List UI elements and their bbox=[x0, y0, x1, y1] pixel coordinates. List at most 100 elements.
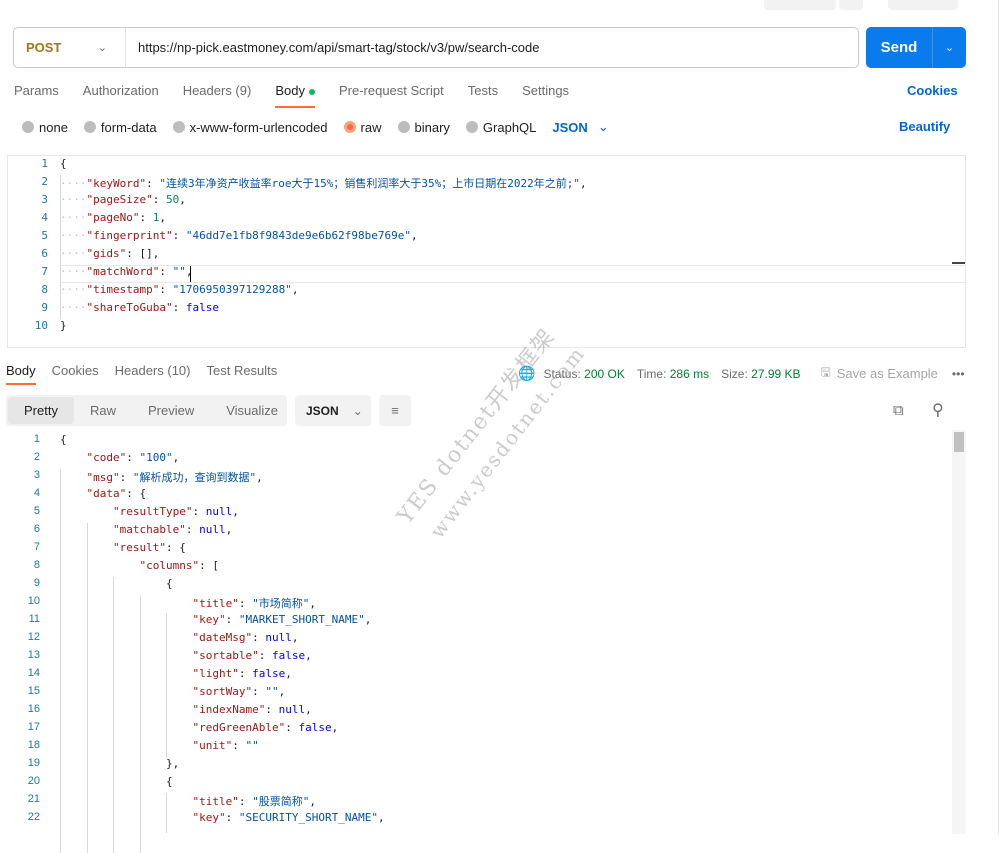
tab-label: Tests bbox=[467, 83, 499, 98]
radio-raw[interactable]: raw bbox=[343, 120, 382, 135]
line-number: 11 bbox=[28, 613, 40, 625]
token: , bbox=[364, 613, 372, 626]
token: "timestamp" bbox=[86, 283, 160, 296]
token: , bbox=[377, 811, 385, 824]
radio-icon bbox=[83, 121, 96, 133]
line-number: 18 bbox=[27, 739, 40, 751]
tab-params[interactable]: Params bbox=[14, 83, 59, 107]
radio-none[interactable]: none bbox=[22, 120, 68, 135]
response-tab-body[interactable]: Body bbox=[6, 363, 36, 385]
tab-body[interactable]: Body bbox=[275, 83, 315, 108]
method-label: POST bbox=[26, 40, 62, 55]
token: , bbox=[309, 795, 316, 808]
token: : bbox=[119, 471, 133, 484]
token: "keyWord" bbox=[86, 177, 147, 190]
token: "code" bbox=[86, 451, 127, 464]
code-line: "unit": "" bbox=[193, 739, 259, 752]
token: { bbox=[166, 577, 173, 590]
response-format-select[interactable]: JSON ⌄ bbox=[295, 395, 371, 426]
token: : { bbox=[165, 541, 186, 554]
indent-whitespace: ···· bbox=[60, 283, 87, 296]
token: : bbox=[172, 229, 186, 242]
indent-whitespace: ···· bbox=[60, 247, 87, 260]
line-number: 2 bbox=[41, 175, 48, 188]
token: "shareToGuba" bbox=[86, 301, 173, 314]
beautify-button[interactable]: Beautify bbox=[899, 119, 950, 134]
token: : bbox=[126, 247, 140, 260]
line-number: 9 bbox=[41, 301, 48, 314]
send-options-chevron-icon[interactable]: ⌄ bbox=[932, 27, 966, 68]
chevron-down-icon: ⌄ bbox=[352, 403, 363, 418]
token: , bbox=[291, 283, 299, 296]
line-number: 5 bbox=[33, 505, 40, 517]
scrollbar-thumb[interactable] bbox=[954, 432, 964, 452]
tab-pre-request-script[interactable]: Pre-request Script bbox=[339, 83, 444, 107]
code-line: ····"pageNo": 1, bbox=[60, 211, 166, 224]
token: null bbox=[278, 703, 306, 716]
url-input[interactable]: https://np-pick.eastmoney.com/api/smart-… bbox=[126, 40, 539, 55]
save-icon: 🖫 bbox=[820, 365, 831, 379]
token: false bbox=[298, 721, 332, 734]
radio-icon bbox=[397, 121, 410, 133]
line-number: 10 bbox=[34, 319, 48, 332]
request-body-editor[interactable]: 1{2 ····"keyWord": "连续3年净资产收益率roe大于15%；销售… bbox=[7, 155, 966, 348]
token: null bbox=[205, 505, 233, 518]
line-number: 20 bbox=[27, 775, 40, 787]
view-mode-raw[interactable]: Raw bbox=[74, 397, 132, 424]
tab-tests[interactable]: Tests bbox=[468, 83, 498, 107]
response-tab-cookies[interactable]: Cookies bbox=[52, 363, 99, 385]
toolbar-button[interactable] bbox=[888, 0, 958, 10]
response-meta: 🌐 Status: 200 OK Time: 286 ms Size: 27.9… bbox=[518, 363, 965, 384]
response-tab-headers-[interactable]: Headers (10) bbox=[115, 363, 191, 385]
view-mode-preview[interactable]: Preview bbox=[132, 397, 210, 424]
token: : bbox=[252, 631, 266, 644]
toolbar-button[interactable] bbox=[764, 0, 836, 10]
token: , bbox=[291, 631, 299, 644]
token: }, bbox=[166, 757, 180, 770]
view-mode-segmented: Pretty Raw Preview Visualize bbox=[6, 395, 287, 426]
toolbar-button[interactable] bbox=[839, 0, 863, 10]
cookies-link[interactable]: Cookies bbox=[907, 83, 958, 98]
line-number: 12 bbox=[27, 631, 40, 643]
response-scrollbar[interactable] bbox=[952, 430, 966, 834]
token: "key" bbox=[192, 811, 226, 824]
code-line: "columns": [ bbox=[140, 559, 219, 572]
radio-form-data[interactable]: form-data bbox=[83, 120, 157, 135]
method-select[interactable]: POST ⌄ bbox=[14, 28, 126, 67]
save-as-example-button[interactable]: Save as Example bbox=[837, 366, 938, 381]
view-mode-visualize[interactable]: Visualize bbox=[210, 397, 294, 424]
search-icon[interactable]: ⚲ bbox=[932, 400, 944, 420]
tab-headers-[interactable]: Headers (9) bbox=[183, 83, 252, 107]
token: "title" bbox=[192, 597, 239, 610]
copy-icon[interactable]: ⧉ bbox=[893, 402, 904, 419]
token: 50 bbox=[165, 193, 180, 206]
radio-x-www-form-urlencoded[interactable]: x-www-form-urlencoded bbox=[172, 120, 328, 135]
token: "redGreenAble" bbox=[192, 721, 286, 734]
code-line: "indexName": null, bbox=[193, 703, 312, 716]
chevron-down-icon: ⌄ bbox=[97, 42, 107, 54]
response-tab-test-results[interactable]: Test Results bbox=[206, 363, 277, 385]
code-line: "data": { bbox=[87, 487, 147, 500]
code-line: "key": "SECURITY_SHORT_NAME", bbox=[193, 811, 385, 824]
token: "resultType" bbox=[113, 505, 193, 518]
token: : bbox=[238, 667, 253, 680]
radio-label: none bbox=[39, 119, 68, 135]
indent-whitespace: ···· bbox=[60, 177, 87, 190]
radio-binary[interactable]: binary bbox=[397, 120, 450, 135]
token: "result" bbox=[113, 541, 166, 554]
view-mode-pretty[interactable]: Pretty bbox=[8, 397, 74, 424]
wrap-lines-button[interactable]: ≡ bbox=[379, 395, 411, 426]
token: "dateMsg" bbox=[192, 631, 253, 644]
line-number: 1 bbox=[41, 157, 48, 170]
modified-dot-icon bbox=[308, 88, 315, 95]
token: "MARKET_SHORT_NAME" bbox=[238, 613, 365, 626]
send-button[interactable]: Send bbox=[866, 39, 932, 56]
tab-authorization[interactable]: Authorization bbox=[83, 83, 159, 107]
more-options-icon[interactable]: ••• bbox=[952, 367, 965, 381]
token: : bbox=[172, 301, 186, 314]
radio-GraphQL[interactable]: GraphQL bbox=[465, 120, 536, 135]
token: false bbox=[185, 301, 219, 314]
tab-settings[interactable]: Settings bbox=[522, 83, 569, 107]
body-format-select[interactable]: JSON bbox=[552, 120, 587, 135]
token: "连续3年净资产收益率roe大于15%；销售利润率大于35%；上市日期在2022… bbox=[159, 177, 580, 190]
